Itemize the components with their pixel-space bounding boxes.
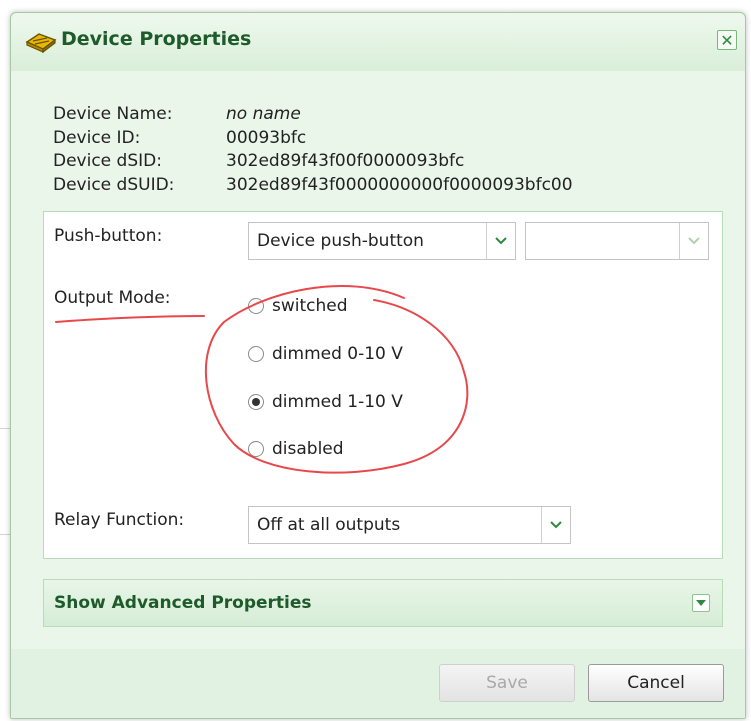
push-button-value: Device push-button	[257, 231, 424, 251]
save-button[interactable]: Save	[439, 664, 575, 702]
chevron-down-icon	[541, 507, 570, 543]
push-button-secondary-select[interactable]	[525, 222, 709, 260]
device-name-label: Device Name:	[53, 104, 173, 124]
device-dsid-value: 302ed89f43f00f0000093bfc	[226, 151, 465, 171]
device-dsid-label: Device dSID:	[53, 151, 162, 171]
chevron-down-icon	[679, 223, 708, 259]
info-row-id: Device ID: 00093bfc	[53, 127, 573, 151]
chevron-down-icon	[486, 223, 515, 259]
output-mode-option-label: switched	[272, 296, 348, 316]
show-advanced-properties[interactable]: Show Advanced Properties	[43, 579, 723, 627]
push-button-select[interactable]: Device push-button	[248, 222, 516, 260]
device-dsuid-value: 302ed89f43f0000000000f0000093bfc00	[226, 174, 573, 195]
device-id-value: 00093bfc	[226, 127, 307, 148]
device-id-label: Device ID:	[53, 127, 141, 148]
dialog-footer: Save Cancel	[11, 649, 745, 718]
radio-dimmed-0-10[interactable]	[248, 346, 264, 362]
output-mode-option[interactable]: dimmed 0-10 V	[248, 344, 403, 364]
info-row-dsuid: Device dSUID: 302ed89f43f0000000000f0000…	[53, 174, 573, 198]
device-info: Device Name: no name Device ID: 00093bfc…	[53, 103, 573, 197]
radio-disabled[interactable]	[248, 441, 264, 457]
close-button[interactable]: ✕	[717, 30, 737, 50]
expand-toggle-button[interactable]	[692, 594, 710, 612]
output-mode-option[interactable]: switched	[248, 296, 348, 316]
output-mode-option[interactable]: dimmed 1-10 V	[248, 392, 403, 412]
dialog-title: Device Properties	[61, 28, 252, 50]
radio-switched[interactable]	[248, 298, 264, 314]
relay-function-select[interactable]: Off at all outputs	[248, 506, 571, 544]
dialog-titlebar: Device Properties ✕	[11, 13, 745, 72]
properties-panel: Push-button: Device push-button Output M…	[43, 211, 723, 559]
advanced-label: Show Advanced Properties	[54, 593, 312, 613]
close-icon: ✕	[720, 31, 734, 50]
device-icon	[25, 33, 57, 54]
dialog-body: Device Name: no name Device ID: 00093bfc…	[11, 71, 745, 649]
output-mode-option-label: disabled	[272, 439, 344, 459]
device-properties-dialog: Device Properties ✕ Device Name: no name…	[10, 12, 746, 719]
device-name-value: no name	[226, 104, 301, 124]
relay-function-value: Off at all outputs	[257, 515, 401, 535]
output-mode-option-label: dimmed 0-10 V	[272, 344, 403, 364]
device-dsuid-label: Device dSUID:	[53, 174, 175, 195]
relay-function-label: Relay Function:	[54, 510, 185, 530]
output-mode-option-label: dimmed 1-10 V	[272, 392, 403, 412]
push-button-label: Push-button:	[54, 226, 163, 246]
info-row-dsid: Device dSID: 302ed89f43f00f0000093bfc	[53, 150, 573, 174]
cancel-button[interactable]: Cancel	[588, 664, 724, 702]
output-mode-option[interactable]: disabled	[248, 439, 344, 459]
chevron-down-icon	[696, 599, 706, 606]
output-mode-label: Output Mode:	[54, 288, 171, 308]
radio-dimmed-1-10[interactable]	[248, 394, 264, 410]
info-row-name: Device Name: no name	[53, 103, 573, 127]
